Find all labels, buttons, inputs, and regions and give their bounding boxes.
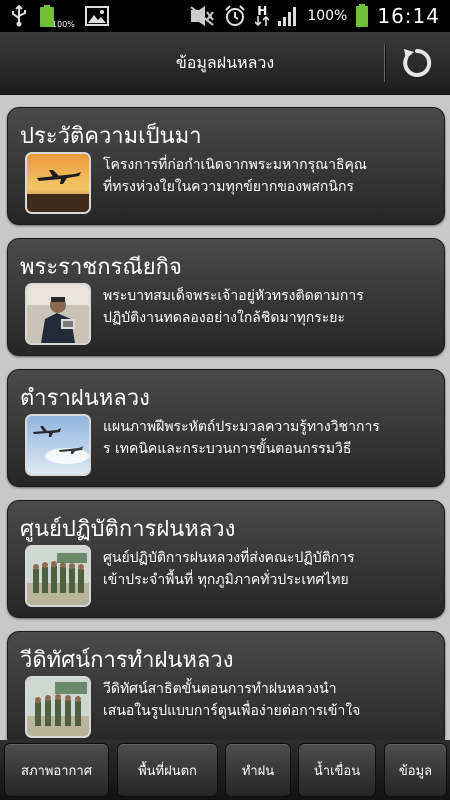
airplanes-sky-image (25, 414, 91, 476)
alarm-icon (223, 4, 247, 28)
signal-strength-icon (277, 5, 299, 27)
list-item-line-2: เข้าประจำพื้นที่ ทุกภูมิภาคทั่วประเทศไทย (103, 572, 349, 588)
list-item-line-2: ที่ทรงห่วงใยในความทุกข์ยากของพสกนิกร (103, 179, 354, 195)
list-item-description: แผนภาพฝีพระหัตถ์ประมวลความรู้ทางวิชาการ … (103, 416, 433, 460)
list-item-title: วีดิทัศน์การทำฝนหลวง (20, 648, 234, 673)
status-bar: 100% H 100% 16:14 (0, 0, 450, 32)
list-item-title: ประวัติความเป็นมา (20, 124, 202, 149)
header-divider (384, 44, 385, 82)
list-item-description: วีดิทัศน์สาธิตขั้นตอนการทำฝนหลวงนำ เสนอใ… (103, 678, 433, 722)
list-item-line-2: ร เทคนิคและกระบวนการขั้นตอนกรรมวิธี (103, 441, 352, 457)
status-bar-notifications: 100% (10, 4, 109, 29)
list-item-video[interactable]: วีดิทัศน์การทำฝนหลวง วีดิทัศน์สาธิตขั้นต… (7, 631, 445, 740)
list-item-description: ศูนย์ปฏิบัติการฝนหลวงที่ส่งคณะปฏิบัติการ… (103, 547, 433, 591)
nav-info-button[interactable]: ข้อมูล (384, 743, 447, 797)
refresh-icon (403, 48, 432, 77)
nav-rain-area-button[interactable]: พื้นที่ฝนตก (117, 743, 218, 797)
list-item-description: โครงการที่ก่อกำเนิดจากพระมหากรุณาธิคุณ ท… (103, 154, 433, 198)
list-item-line-1: โครงการที่ก่อกำเนิดจากพระมหากรุณาธิคุณ (103, 157, 367, 173)
list-item-description: พระบาทสมเด็จพระเจ้าอยู่หัวทรงติดตามการ ป… (103, 285, 433, 329)
battery-icon (355, 4, 369, 28)
app-header: ข้อมูลฝนหลวง (0, 32, 450, 95)
list-item-history[interactable]: ประวัติความเป็นมา โครงการที่ก่อกำเนิดจาก… (7, 107, 445, 225)
crew-video-image (25, 676, 91, 738)
bottom-navigation: สภาพอากาศ พื้นที่ฝนตก ทำฝน น้ำเขื่อน ข้อ… (0, 740, 450, 800)
battery-full-icon (38, 4, 56, 28)
status-bar-system: H 100% 16:14 (189, 3, 440, 29)
page-title: ข้อมูลฝนหลวง (175, 53, 275, 72)
list-item-operations-center[interactable]: ศูนย์ปฏิบัติการฝนหลวง ศูนย์ปฏิบัติการฝนห… (7, 500, 445, 618)
list-item-line-1: ศูนย์ปฏิบัติการฝนหลวงที่ส่งคณะปฏิบัติการ (103, 550, 355, 566)
battery-percent: 100% (307, 8, 348, 24)
clock: 16:14 (377, 4, 440, 28)
nav-weather-button[interactable]: สภาพอากาศ (4, 743, 109, 797)
image-icon (84, 6, 109, 26)
list-item-line-2: ปฏิบัติงานทดลองอย่างใกล้ชิดมาทุกระยะ (103, 310, 346, 326)
network-type-label: H (257, 4, 268, 18)
list-item-line-2: เสนอในรูปแบบการ์ตูนเพื่อง่ายต่อการเข้าใจ (103, 703, 361, 719)
content-list: ประวัติความเป็นมา โครงการที่ก่อกำเนิดจาก… (0, 95, 450, 740)
list-item-line-1: พระบาทสมเด็จพระเจ้าอยู่หัวทรงติดตามการ (103, 288, 364, 304)
refresh-button[interactable] (396, 42, 438, 84)
nav-dam-water-button[interactable]: น้ำเขื่อน (298, 743, 376, 797)
king-portrait-image (25, 283, 91, 345)
nav-make-rain-button[interactable]: ทำฝน (225, 743, 291, 797)
list-item-royal-duties[interactable]: พระราชกรณียกิจ พระบาทสมเด็จพระเจ้าอยู่หั… (7, 238, 445, 356)
usb-icon (10, 5, 28, 27)
list-item-line-1: แผนภาพฝีพระหัตถ์ประมวลความรู้ทางวิชาการ (103, 419, 380, 435)
list-item-title: ศูนย์ปฏิบัติการฝนหลวง (20, 517, 236, 542)
list-item-title: ตำราฝนหลวง (20, 386, 150, 411)
list-item-line-1: วีดิทัศน์สาธิตขั้นตอนการทำฝนหลวงนำ (103, 681, 337, 697)
list-item-title: พระราชกรณียกิจ (20, 255, 182, 280)
crew-lineup-image (25, 545, 91, 607)
list-item-rainmaking-textbook[interactable]: ตำราฝนหลวง แผนภาพฝีพระหัตถ์ประมวลความรู้… (7, 369, 445, 487)
data-transfer-icon: H (255, 4, 270, 26)
mute-icon (189, 6, 215, 26)
airplane-sunset-image (25, 152, 91, 214)
